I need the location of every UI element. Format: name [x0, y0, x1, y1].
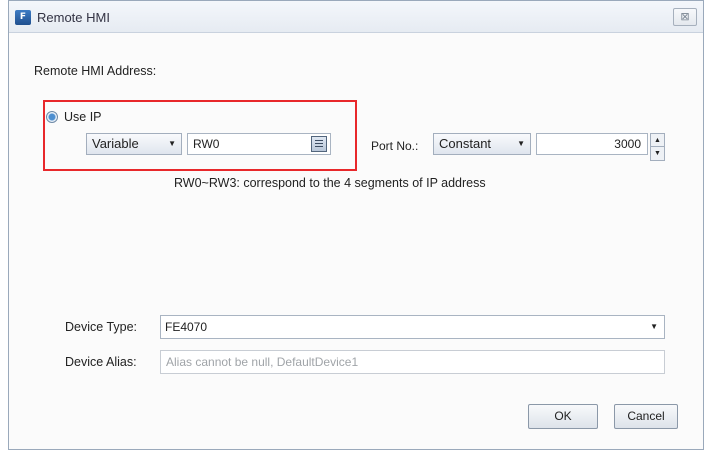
port-mode-value: Constant	[439, 136, 492, 151]
device-alias-label: Device Alias:	[65, 355, 137, 369]
cancel-button[interactable]: Cancel	[614, 404, 678, 429]
close-icon: ⊠	[680, 11, 690, 23]
port-mode-select[interactable]: Constant ▼	[433, 133, 531, 155]
device-alias-placeholder: Alias cannot be null, DefaultDevice1	[166, 355, 359, 369]
device-type-label: Device Type:	[65, 320, 138, 334]
ip-mode-value: Variable	[92, 136, 139, 151]
app-icon: F	[15, 10, 31, 25]
chevron-down-icon: ▼	[168, 139, 176, 148]
ok-button[interactable]: OK	[528, 404, 598, 429]
close-button[interactable]: ⊠	[673, 8, 697, 26]
spin-down-icon[interactable]: ▼	[651, 147, 664, 160]
ip-mode-select[interactable]: Variable ▼	[86, 133, 182, 155]
use-ip-label: Use IP	[64, 110, 102, 124]
chevron-down-icon: ▼	[517, 139, 525, 148]
port-label: Port No.:	[371, 139, 419, 153]
device-type-select[interactable]: FE4070 ▼	[160, 315, 665, 339]
ip-address-input[interactable]: RW0	[187, 133, 331, 155]
chevron-down-icon: ▼	[650, 322, 658, 331]
window-title: Remote HMI	[37, 10, 110, 25]
address-picker-button[interactable]	[311, 136, 327, 152]
remote-hmi-address-label: Remote HMI Address:	[34, 64, 157, 78]
device-alias-input[interactable]: Alias cannot be null, DefaultDevice1	[160, 350, 665, 374]
port-spinner[interactable]: ▲ ▼	[650, 133, 665, 161]
device-type-value: FE4070	[165, 320, 208, 334]
spin-up-icon[interactable]: ▲	[651, 134, 664, 147]
ip-hint-text: RW0~RW3: correspond to the 4 segments of…	[174, 176, 486, 190]
port-number-input[interactable]: 3000	[536, 133, 648, 155]
port-number-value: 3000	[614, 137, 641, 151]
ip-address-value: RW0	[193, 137, 220, 151]
title-bar: F Remote HMI ⊠	[9, 1, 703, 33]
use-ip-radio[interactable]	[46, 111, 58, 123]
